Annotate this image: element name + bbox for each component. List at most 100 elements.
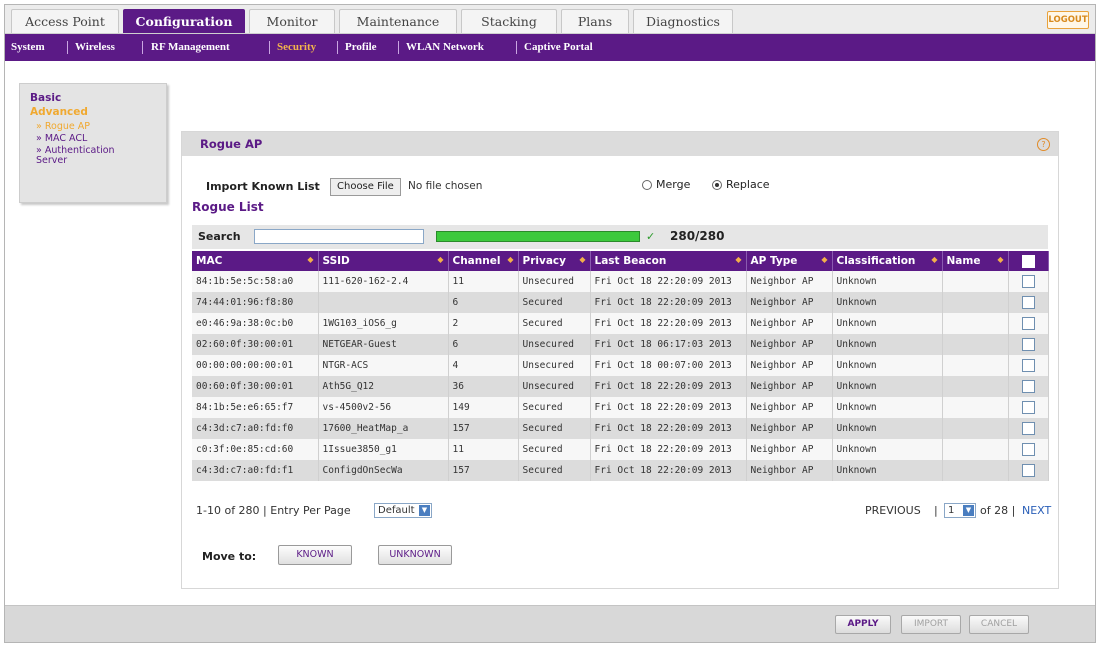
- column-header-last-beacon[interactable]: Last Beacon ◆: [590, 251, 747, 271]
- sort-icon[interactable]: ◆: [507, 255, 513, 264]
- cell-name: [942, 334, 1009, 355]
- column-label: Privacy: [522, 255, 566, 267]
- table-header-row: MAC ◆ SSID ◆ Channel ◆ Privacy ◆ Last Beacon…: [192, 251, 1049, 271]
- cell-classification: Unknown: [832, 418, 943, 439]
- sidebar-basic[interactable]: Basic: [30, 92, 61, 104]
- row-checkbox[interactable]: [1021, 296, 1035, 309]
- column-label: Name: [946, 255, 981, 267]
- cell-privacy: Secured: [518, 418, 591, 439]
- tab-access-point[interactable]: Access Point: [11, 9, 119, 33]
- table-row[interactable]: 00:00:00:00:00:01 NTGR-ACS 4 Unsecured Fri O…: [192, 355, 1049, 376]
- sort-icon[interactable]: ◆: [821, 255, 827, 264]
- panel-title: Rogue AP: [200, 137, 263, 151]
- cell-privacy: Secured: [518, 313, 591, 334]
- cell-ap-type: Neighbor AP: [746, 397, 833, 418]
- choose-file-button[interactable]: Choose File: [330, 178, 401, 196]
- cell-ap-type: Neighbor AP: [746, 355, 833, 376]
- subnav-wireless[interactable]: Wireless: [75, 34, 115, 61]
- move-to-unknown-button[interactable]: UNKNOWN: [378, 545, 452, 565]
- cell-classification: Unknown: [832, 439, 943, 460]
- subnav-separator: [269, 41, 270, 54]
- column-header-ap-type[interactable]: AP Type ◆: [746, 251, 833, 271]
- entries-per-page-value: Default: [378, 505, 415, 516]
- sort-icon[interactable]: ◆: [931, 255, 937, 264]
- subnav-profile[interactable]: Profile: [345, 34, 377, 61]
- subnav-system[interactable]: System: [11, 34, 45, 61]
- row-checkbox[interactable]: [1021, 275, 1035, 288]
- table-row[interactable]: 00:60:0f:30:00:01 Ath5G_Q12 36 Unsecured Fri…: [192, 376, 1049, 397]
- table-row[interactable]: e0:46:9a:38:0c:b0 1WG103_iOS6_g 2 Secured Fr…: [192, 313, 1049, 334]
- row-checkbox[interactable]: [1021, 338, 1035, 351]
- search-input[interactable]: [254, 229, 424, 244]
- cell-last-beacon: Fri Oct 18 22:20:09 2013: [590, 418, 747, 439]
- cell-last-beacon: Fri Oct 18 22:20:09 2013: [590, 376, 747, 397]
- import-button[interactable]: IMPORT: [901, 615, 961, 634]
- tab-diagnostics[interactable]: Diagnostics: [633, 9, 733, 33]
- cell-ssid: ConfigdOnSecWa: [318, 460, 449, 481]
- column-header-privacy[interactable]: Privacy ◆: [518, 251, 591, 271]
- cell-privacy: Unsecured: [518, 355, 591, 376]
- sort-icon[interactable]: ◆: [997, 255, 1003, 264]
- merge-radio[interactable]: [642, 180, 652, 190]
- row-checkbox[interactable]: [1021, 359, 1035, 372]
- next-link[interactable]: NEXT: [1022, 504, 1051, 517]
- help-icon[interactable]: ?: [1037, 138, 1050, 151]
- table-row[interactable]: 84:1b:5e:5c:58:a0 111-620-162-2.4 11 Unsecu…: [192, 271, 1049, 292]
- subnav-wlan-network[interactable]: WLAN Network: [406, 34, 484, 61]
- tab-plans[interactable]: Plans: [561, 9, 629, 33]
- sort-icon[interactable]: ◆: [735, 255, 741, 264]
- table-row[interactable]: 02:60:0f:30:00:01 NETGEAR-Guest 6 Unsecured…: [192, 334, 1049, 355]
- cell-mac: e0:46:9a:38:0c:b0: [192, 313, 319, 334]
- row-checkbox[interactable]: [1021, 317, 1035, 330]
- cell-classification: Unknown: [832, 271, 943, 292]
- tab-monitor[interactable]: Monitor: [249, 9, 335, 33]
- row-checkbox[interactable]: [1021, 443, 1035, 456]
- cell-privacy: Secured: [518, 460, 591, 481]
- sidebar-item-authentication-server[interactable]: » Authentication Server: [36, 146, 146, 166]
- table-row[interactable]: c4:3d:c7:a0:fd:f0 17600_HeatMap_a 157 Secur…: [192, 418, 1049, 439]
- table-row[interactable]: c0:3f:0e:85:cd:60 1Issue3850_g1 11 Secured F…: [192, 439, 1049, 460]
- replace-radio[interactable]: [712, 180, 722, 190]
- apply-button[interactable]: APPLY: [835, 615, 891, 634]
- cell-name: [942, 355, 1009, 376]
- subnav-security[interactable]: Security: [277, 34, 316, 61]
- rogue-ap-table: MAC ◆ SSID ◆ Channel ◆ Privacy ◆ Last Beacon…: [192, 251, 1049, 481]
- row-checkbox[interactable]: [1021, 422, 1035, 435]
- cell-channel: 36: [448, 376, 519, 397]
- page-select[interactable]: 1 ▼: [944, 503, 976, 518]
- tab-configuration[interactable]: Configuration: [123, 9, 245, 33]
- sort-icon[interactable]: ◆: [437, 255, 443, 264]
- cell-classification: Unknown: [832, 313, 943, 334]
- select-all-header[interactable]: [1008, 251, 1049, 271]
- cell-last-beacon: Fri Oct 18 22:20:09 2013: [590, 397, 747, 418]
- entries-per-page-select[interactable]: Default ▼: [374, 503, 432, 518]
- cancel-button[interactable]: CANCEL: [969, 615, 1029, 634]
- cell-select: [1008, 271, 1049, 292]
- row-checkbox[interactable]: [1021, 464, 1035, 477]
- column-header-ssid[interactable]: SSID ◆: [318, 251, 449, 271]
- sort-icon[interactable]: ◆: [307, 255, 313, 264]
- cell-mac: c4:3d:c7:a0:fd:f0: [192, 418, 319, 439]
- tab-stacking[interactable]: Stacking: [461, 9, 557, 33]
- row-checkbox[interactable]: [1021, 401, 1035, 414]
- subnav-rf-management[interactable]: RF Management: [151, 34, 230, 61]
- subnav-captive-portal[interactable]: Captive Portal: [524, 34, 593, 61]
- table-row[interactable]: 84:1b:5e:e6:65:f7 vs-4500v2-56 149 Secured F…: [192, 397, 1049, 418]
- logout-button[interactable]: LOGOUT: [1047, 11, 1089, 29]
- sidebar-advanced[interactable]: Advanced: [30, 106, 88, 118]
- column-header-name[interactable]: Name ◆: [942, 251, 1009, 271]
- column-header-channel[interactable]: Channel ◆: [448, 251, 519, 271]
- sort-icon[interactable]: ◆: [579, 255, 585, 264]
- column-header-mac[interactable]: MAC ◆: [192, 251, 319, 271]
- move-to-known-button[interactable]: KNOWN: [278, 545, 352, 565]
- column-header-classification[interactable]: Classification ◆: [832, 251, 943, 271]
- cell-channel: 6: [448, 292, 519, 313]
- previous-link[interactable]: PREVIOUS: [865, 504, 921, 517]
- select-all-checkbox[interactable]: [1021, 254, 1035, 268]
- tab-maintenance[interactable]: Maintenance: [339, 9, 457, 33]
- table-row[interactable]: c4:3d:c7:a0:fd:f1 ConfigdOnSecWa 157 Secure…: [192, 460, 1049, 481]
- table-row[interactable]: 74:44:01:96:f8:80 6 Secured Fri Oct 18 22:2…: [192, 292, 1049, 313]
- sidebar-item-mac-acl[interactable]: » MAC ACL: [36, 134, 87, 144]
- sidebar-item-rogue-ap[interactable]: » Rogue AP: [36, 122, 90, 132]
- row-checkbox[interactable]: [1021, 380, 1035, 393]
